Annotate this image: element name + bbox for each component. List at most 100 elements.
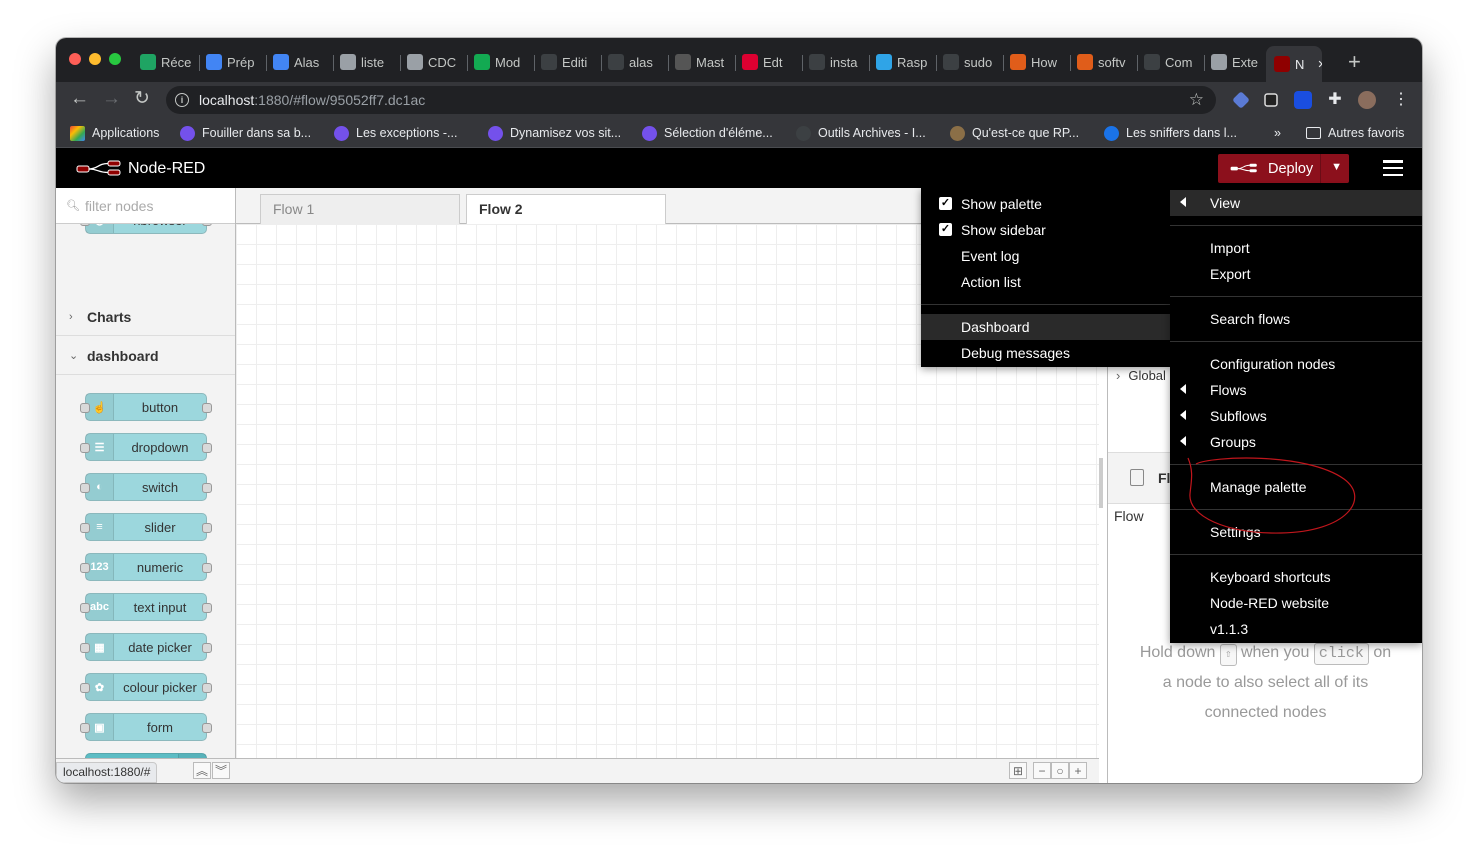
menu-item-show-sidebar[interactable]: ✓ Show sidebar [921,217,1171,243]
tab-separator [266,55,267,71]
browser-tab[interactable]: How [1006,50,1072,74]
menu-item-label: Import [1210,240,1250,256]
bookmark-item[interactable]: Fouiller dans sa b... [180,124,311,142]
palette-node[interactable]: abc text input [80,593,212,621]
browser-tab[interactable]: Mod [470,50,536,74]
zoom-in-icon[interactable]: + [1069,762,1087,779]
menu-item-event-log[interactable]: Event log [921,243,1171,269]
browser-menu-icon[interactable]: ⋮ [1392,91,1410,109]
other-bookmarks-label: Autres favoris [1328,126,1405,140]
browser-tab[interactable]: Editi [537,50,603,74]
deploy-dropdown-caret-icon[interactable]: ▼ [1331,161,1342,173]
browser-tab[interactable]: Alas [269,50,335,74]
hand-pointer-icon: ☝ [86,394,114,420]
browser-tab[interactable]: Exte [1207,50,1273,74]
browser-tab[interactable]: Réce [136,50,202,74]
menu-item-configuration-nodes[interactable]: Configuration nodes [1170,351,1422,377]
extensions-puzzle-icon[interactable]: ✚ [1326,91,1344,109]
palette-node[interactable]: ☝ button [80,393,212,421]
shift-key: ⇧ [1219,644,1237,666]
zoom-out-icon[interactable]: − [1033,762,1051,779]
tab-flow-2[interactable]: Flow 2 [466,194,666,225]
bookmark-star-icon[interactable]: ☆ [1189,90,1204,110]
menu-item-flows[interactable]: Flows [1170,377,1422,403]
browser-tab[interactable]: sudo [939,50,1005,74]
minimize-window-button[interactable] [89,53,101,65]
palette-category-dashboard[interactable]: ⌄ dashboard [56,337,235,375]
deploy-button[interactable]: Deploy ▼ [1218,154,1349,183]
bookmarks-overflow-button[interactable]: » [1274,124,1281,142]
menu-item-show-palette[interactable]: ✓ Show palette [921,191,1171,217]
search-icon: 🔍︎ [66,200,80,212]
browser-tab[interactable]: softv [1073,50,1139,74]
palette-node[interactable]: ≡ slider [80,513,212,541]
browser-tab[interactable]: Mast [671,50,737,74]
palette-node[interactable]: ▦ date picker [80,633,212,661]
other-bookmarks[interactable]: Autres favoris [1306,124,1404,142]
bookmark-item[interactable]: Qu'est-ce que RP... [950,124,1079,142]
menu-item-export[interactable]: Export [1170,261,1422,287]
browser-tab[interactable]: alas [604,50,670,74]
extension-info-icon[interactable] [1294,91,1312,109]
collapse-all-icon[interactable]: ︽ [193,762,211,779]
palette-node[interactable]: 123 numeric [80,553,212,581]
sidebar-global-item[interactable]: › Global [1116,368,1166,383]
calendar-icon: ▦ [86,634,114,660]
palette-node[interactable]: ▣ form [80,713,212,741]
sidebar-resize-handle[interactable] [1099,458,1103,508]
bookmark-item[interactable]: Dynamisez vos sit... [488,124,621,142]
menu-item-action-list[interactable]: Action list [921,269,1171,295]
main-menu-button[interactable] [1383,160,1403,176]
bookmark-item[interactable]: Les sniffers dans l... [1104,124,1237,142]
close-window-button[interactable] [69,53,81,65]
menu-item-v1-1-3[interactable]: v1.1.3 [1170,616,1422,642]
zoom-reset-icon[interactable]: ○ [1051,762,1069,779]
back-arrow-icon[interactable]: ← [70,89,89,109]
menu-item-node-red-website[interactable]: Node-RED website [1170,590,1422,616]
sidebar-tip: Hold down ⇧ when you click on a node to … [1108,638,1422,728]
address-bar[interactable]: i localhost:1880/#flow/95052ff7.dc1ac ☆ [166,86,1216,114]
extension-cube-icon[interactable] [1264,93,1278,107]
browser-tab[interactable]: insta [805,50,871,74]
site-info-icon[interactable]: i [175,93,189,107]
filter-nodes-input[interactable] [84,197,225,214]
browser-tab[interactable]: liste [336,50,402,74]
browser-tab[interactable]: N✕ [1266,46,1322,82]
profile-avatar[interactable] [1358,91,1376,109]
menu-item-import[interactable]: Import [1170,235,1422,261]
browser-tab[interactable]: Rasp [872,50,938,74]
google-icon [943,54,959,70]
palette-node[interactable]: ◐ switch [80,473,212,501]
browser-tab[interactable]: Prép [202,50,268,74]
menu-item-view[interactable]: View [1170,190,1422,216]
palette-category-charts[interactable]: › Charts [56,298,235,336]
sidebar-flow-label: Flow [1114,508,1144,524]
browser-tab[interactable]: Edt [738,50,804,74]
expand-all-icon[interactable]: ︾ [212,762,230,779]
browser-tab[interactable]: Com [1140,50,1206,74]
node-red-header: Node-RED Deploy ▼ [56,148,1422,188]
navigator-map-icon[interactable]: ⊞ [1009,762,1027,779]
bookmark-item[interactable]: Les exceptions -... [334,124,457,142]
browser-tab[interactable]: CDC [403,50,469,74]
menu-item-dashboard[interactable]: Dashboard [921,314,1171,340]
bookmark-item[interactable]: Applications [70,124,159,142]
menu-item-search-flows[interactable]: Search flows [1170,306,1422,332]
palette-node[interactable]: ☰ dropdown [80,433,212,461]
reload-icon[interactable]: ↻ [134,89,150,109]
menu-item-debug-messages[interactable]: Debug messages [921,340,1171,366]
new-tab-button[interactable]: + [1348,51,1361,73]
menu-item-keyboard-shortcuts[interactable]: Keyboard shortcuts [1170,564,1422,590]
maximize-window-button[interactable] [109,53,121,65]
menu-item-subflows[interactable]: Subflows [1170,403,1422,429]
tab-separator [1070,55,1071,71]
menu-item-groups[interactable]: Groups [1170,429,1422,455]
bookmark-item[interactable]: Sélection d'éléme... [642,124,773,142]
forward-arrow-icon[interactable]: → [102,89,121,109]
close-tab-icon[interactable]: ✕ [1317,58,1322,71]
tab-flow-1[interactable]: Flow 1 [260,194,460,225]
palette-node[interactable]: ✿ colour picker [80,673,212,701]
extension-blue-icon[interactable] [1232,91,1250,109]
palette-node-label: date picker [128,639,192,655]
bookmark-item[interactable]: Outils Archives - I... [796,124,926,142]
